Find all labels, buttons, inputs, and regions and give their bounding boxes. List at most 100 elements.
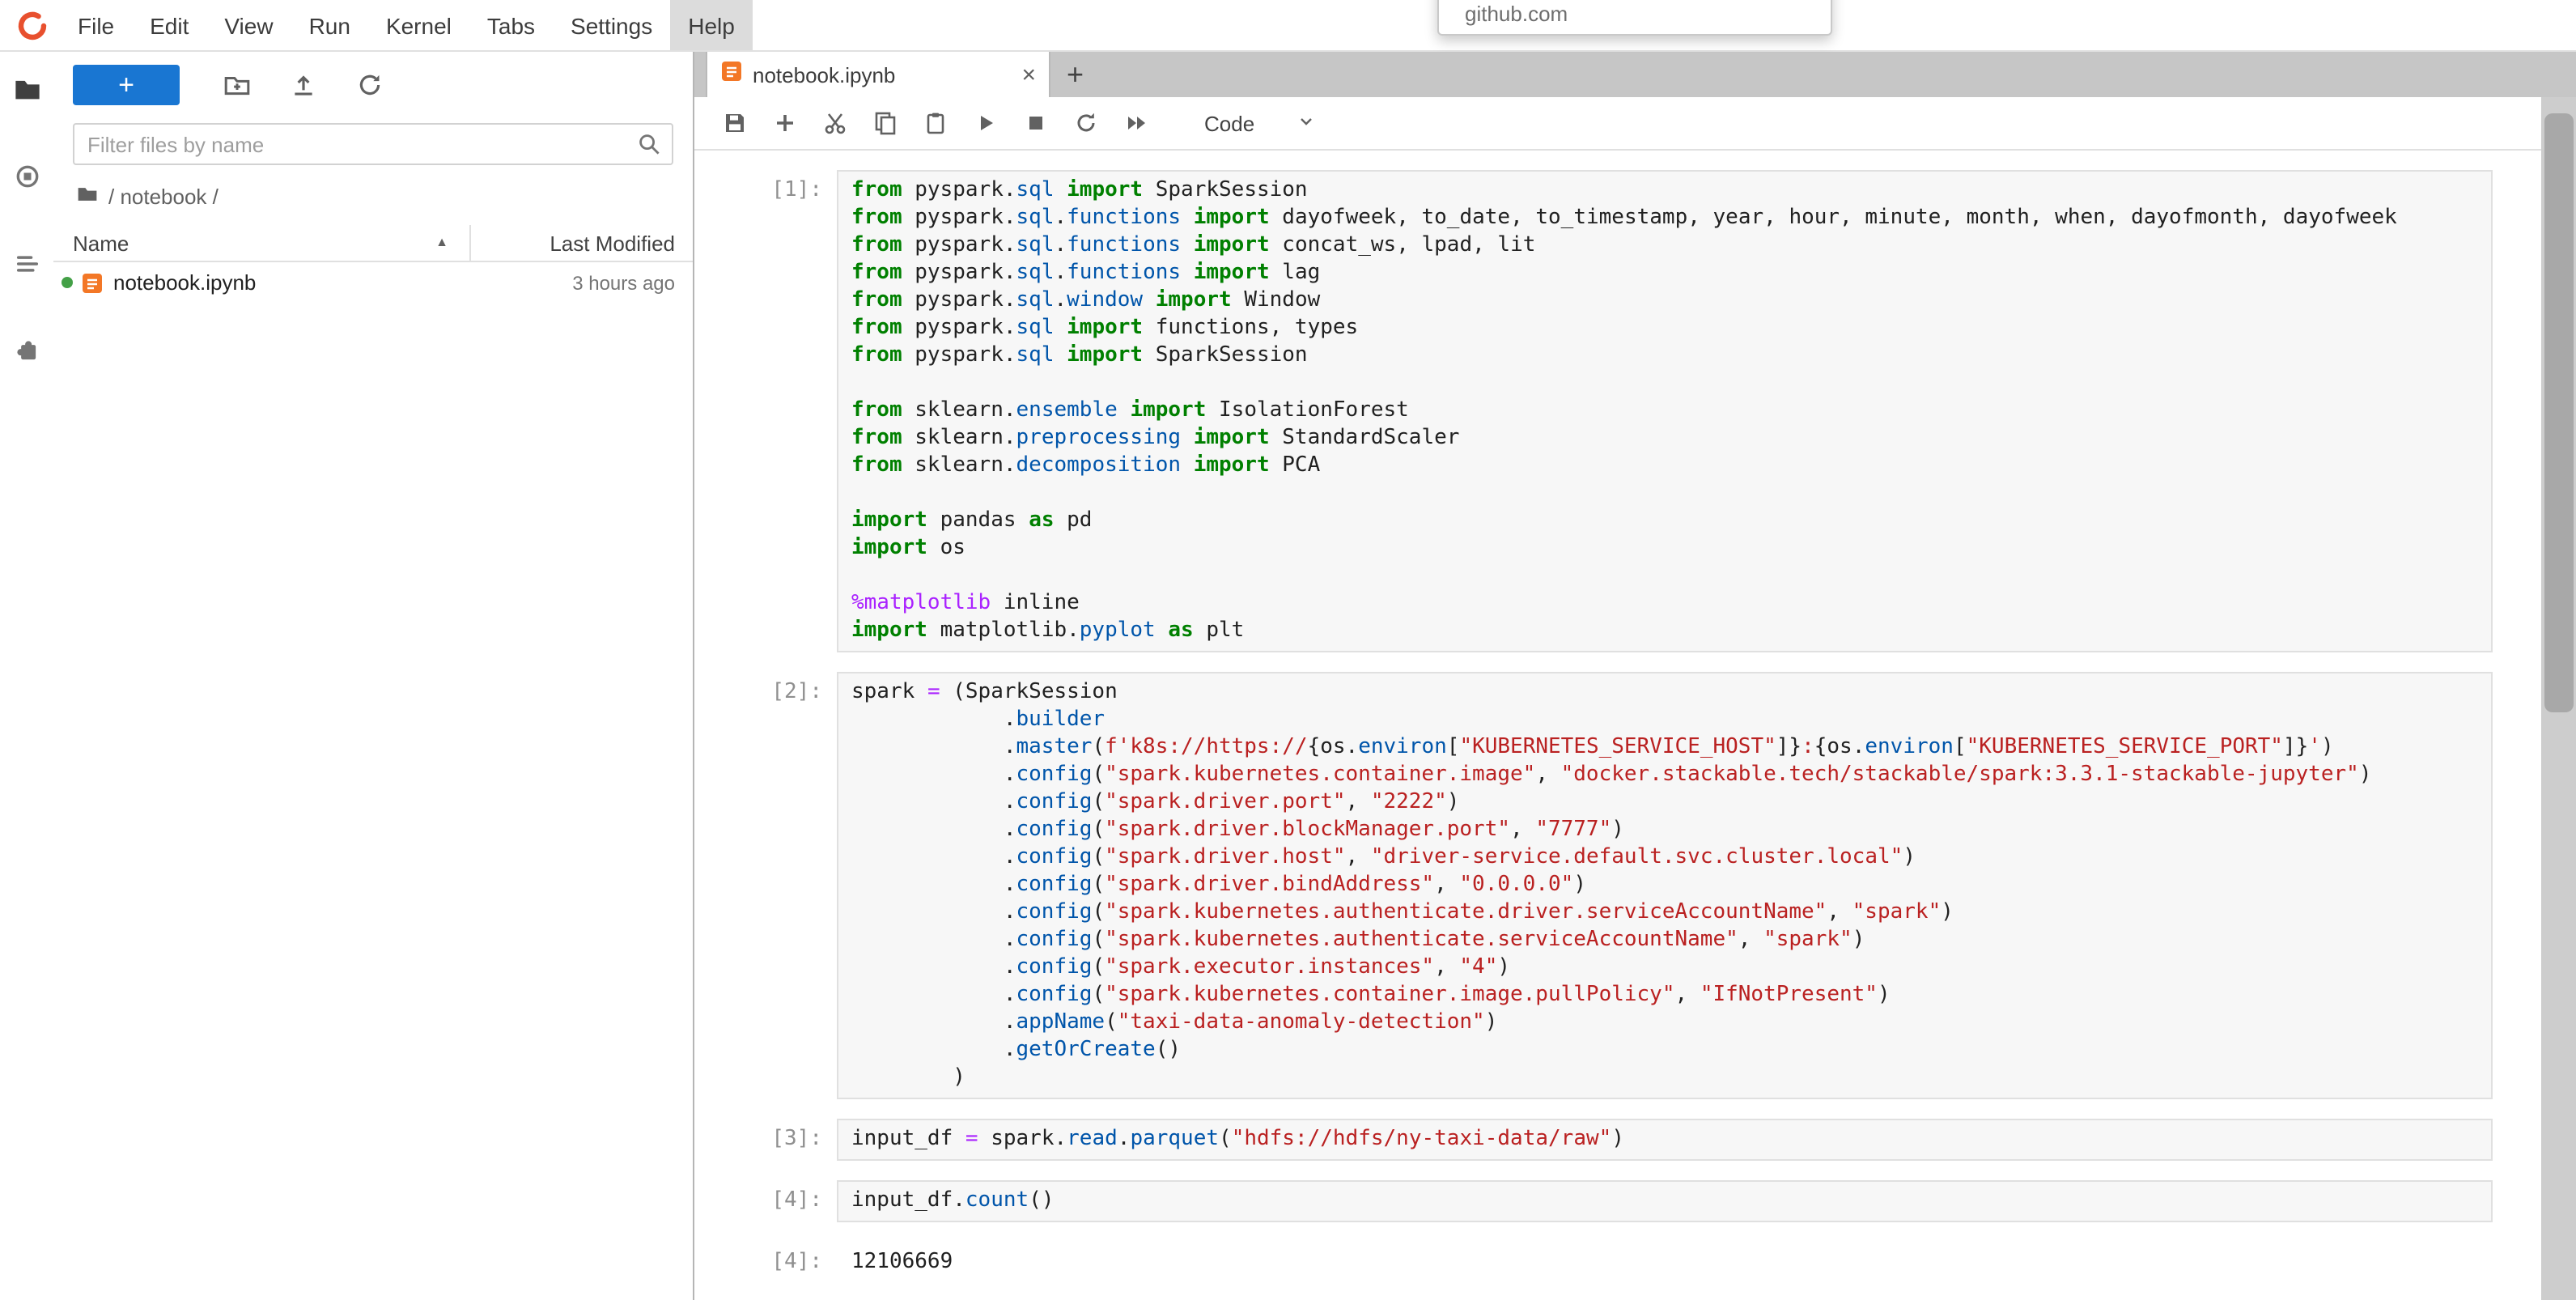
menu-item-view[interactable]: View bbox=[206, 0, 291, 50]
app-logo-icon[interactable] bbox=[16, 0, 49, 50]
run-button[interactable] bbox=[968, 104, 1004, 142]
table-of-contents-tab[interactable] bbox=[11, 248, 43, 280]
code-line: %matplotlib inline bbox=[851, 589, 2478, 617]
code-line: .config("spark.kubernetes.container.imag… bbox=[851, 981, 2478, 1009]
menu-item-settings[interactable]: Settings bbox=[553, 0, 670, 50]
file-browser-toolbar: + bbox=[53, 63, 693, 105]
code-line: .config("spark.kubernetes.authenticate.d… bbox=[851, 899, 2478, 926]
code-line: .config("spark.driver.host", "driver-ser… bbox=[851, 843, 2478, 871]
code-line: .builder bbox=[851, 706, 2478, 733]
code-line bbox=[851, 369, 2478, 397]
cell-editor[interactable]: input_df.count() bbox=[837, 1180, 2493, 1222]
menu-item-kernel[interactable]: Kernel bbox=[368, 0, 469, 50]
cell-editor[interactable]: from pyspark.sql import SparkSessionfrom… bbox=[837, 170, 2493, 652]
tab-bar: notebook.ipynb × + bbox=[694, 52, 2576, 97]
cell-prompt: [3]: bbox=[698, 1119, 837, 1161]
code-line: from pyspark.sql import SparkSession bbox=[851, 176, 2478, 204]
cell-editor[interactable]: spark = (SparkSession .builder .master(f… bbox=[837, 672, 2493, 1099]
close-icon[interactable]: × bbox=[1021, 62, 1036, 87]
help-menu-popup: github.com bbox=[1437, 0, 1832, 36]
sort-by-name-header[interactable]: Name ▲ bbox=[53, 225, 471, 261]
output-cell: [4]:12106669 bbox=[698, 1242, 2493, 1282]
code-line: from sklearn.decomposition import PCA bbox=[851, 452, 2478, 479]
cut-cells-button[interactable] bbox=[817, 104, 853, 142]
save-button[interactable] bbox=[717, 104, 753, 142]
code-line: from pyspark.sql.functions import lag bbox=[851, 259, 2478, 287]
code-line: from sklearn.preprocessing import Standa… bbox=[851, 424, 2478, 452]
code-line: from pyspark.sql import SparkSession bbox=[851, 342, 2478, 369]
kernel-running-dot bbox=[62, 277, 73, 288]
upload-button[interactable] bbox=[286, 68, 319, 100]
notebook-content: [1]:from pyspark.sql import SparkSession… bbox=[694, 151, 2541, 1300]
cell-prompt: [4]: bbox=[698, 1242, 837, 1282]
paste-cells-button[interactable] bbox=[918, 104, 953, 142]
running-kernels-tab[interactable] bbox=[11, 160, 43, 193]
tab-label: notebook.ipynb bbox=[753, 62, 895, 87]
notebook-file-icon bbox=[720, 59, 743, 90]
code-line: .appName("taxi-data-anomaly-detection") bbox=[851, 1009, 2478, 1036]
sort-by-modified-header[interactable]: Last Modified bbox=[471, 225, 693, 261]
name-header-label: Name bbox=[73, 231, 129, 255]
new-folder-button[interactable] bbox=[220, 68, 253, 100]
code-line: import pandas as pd bbox=[851, 507, 2478, 534]
code-line: from pyspark.sql.window import Window bbox=[851, 287, 2478, 314]
menu-item-github[interactable]: github.com bbox=[1465, 2, 1568, 26]
code-line: from sklearn.ensemble import IsolationFo… bbox=[851, 397, 2478, 424]
new-tab-button[interactable]: + bbox=[1050, 52, 1100, 97]
listing-header: Name ▲ Last Modified bbox=[53, 225, 693, 262]
code-line: .config("spark.kubernetes.container.imag… bbox=[851, 761, 2478, 788]
vertical-scrollbar[interactable] bbox=[2541, 97, 2576, 1300]
copy-cells-button[interactable] bbox=[868, 104, 903, 142]
menu-item-edit[interactable]: Edit bbox=[132, 0, 206, 50]
menu-item-help[interactable]: Help bbox=[670, 0, 753, 50]
code-line: spark = (SparkSession bbox=[851, 678, 2478, 706]
cell-prompt: [1]: bbox=[698, 170, 837, 652]
menu-item-run[interactable]: Run bbox=[291, 0, 368, 50]
code-cell: [4]:input_df.count() bbox=[698, 1180, 2493, 1222]
body-row: + / note bbox=[0, 52, 2576, 1300]
chevron-down-icon bbox=[1296, 111, 1316, 135]
file-modified: 3 hours ago bbox=[572, 271, 693, 294]
notebook-cells: [1]:from pyspark.sql import SparkSession… bbox=[694, 151, 2541, 1300]
restart-run-all-button[interactable] bbox=[1118, 104, 1154, 142]
code-line: input_df = spark.read.parquet("hdfs://hd… bbox=[851, 1125, 2478, 1153]
restart-kernel-button[interactable] bbox=[1068, 104, 1104, 142]
activity-bar bbox=[0, 52, 53, 1300]
cell-prompt: [2]: bbox=[698, 672, 837, 1099]
scrollbar-thumb[interactable] bbox=[2544, 113, 2574, 712]
sort-ascending-icon: ▲ bbox=[435, 236, 448, 249]
code-line: .config("spark.driver.port", "2222") bbox=[851, 788, 2478, 816]
code-line: .getOrCreate() bbox=[851, 1036, 2478, 1064]
cell-type-dropdown[interactable]: Code bbox=[1195, 108, 1326, 138]
code-line: from pyspark.sql.functions import concat… bbox=[851, 232, 2478, 259]
code-line: .config("spark.executor.instances", "4") bbox=[851, 954, 2478, 981]
menu-items: FileEditViewRunKernelTabsSettingsHelp bbox=[60, 0, 753, 50]
new-launcher-button[interactable]: + bbox=[73, 64, 180, 104]
folder-icon bbox=[76, 183, 99, 210]
code-line: .config("spark.kubernetes.authenticate.s… bbox=[851, 926, 2478, 954]
cell-type-value: Code bbox=[1204, 111, 1254, 135]
code-line: .config("spark.driver.bindAddress", "0.0… bbox=[851, 871, 2478, 899]
breadcrumb[interactable]: / notebook / bbox=[53, 183, 693, 210]
code-line: .master(f'k8s://https://{os.environ["KUB… bbox=[851, 733, 2478, 761]
add-cell-button[interactable] bbox=[767, 104, 803, 142]
file-name: notebook.ipynb bbox=[113, 270, 256, 295]
menu-item-file[interactable]: File bbox=[60, 0, 132, 50]
extensions-tab[interactable] bbox=[11, 335, 43, 367]
search-icon bbox=[636, 131, 662, 165]
file-row[interactable]: notebook.ipynb 3 hours ago bbox=[53, 262, 693, 303]
interrupt-kernel-button[interactable] bbox=[1018, 104, 1054, 142]
code-line: import os bbox=[851, 534, 2478, 562]
file-browser-tab[interactable] bbox=[11, 73, 43, 105]
cell-editor[interactable]: input_df = spark.read.parquet("hdfs://hd… bbox=[837, 1119, 2493, 1161]
refresh-button[interactable] bbox=[353, 68, 385, 100]
jupyterlab-app: FileEditViewRunKernelTabsSettingsHelp gi… bbox=[0, 0, 2576, 1300]
file-browser-panel: + / note bbox=[53, 52, 694, 1300]
menu-item-tabs[interactable]: Tabs bbox=[469, 0, 553, 50]
code-cell: [1]:from pyspark.sql import SparkSession… bbox=[698, 170, 2493, 652]
main-area: notebook.ipynb × + bbox=[694, 52, 2576, 1300]
cell-output-area: 12106669 bbox=[837, 1242, 2493, 1282]
filter-files-input[interactable] bbox=[73, 123, 673, 165]
tab-notebook[interactable]: notebook.ipynb × bbox=[706, 52, 1050, 97]
code-line: from pyspark.sql.functions import dayofw… bbox=[851, 204, 2478, 232]
